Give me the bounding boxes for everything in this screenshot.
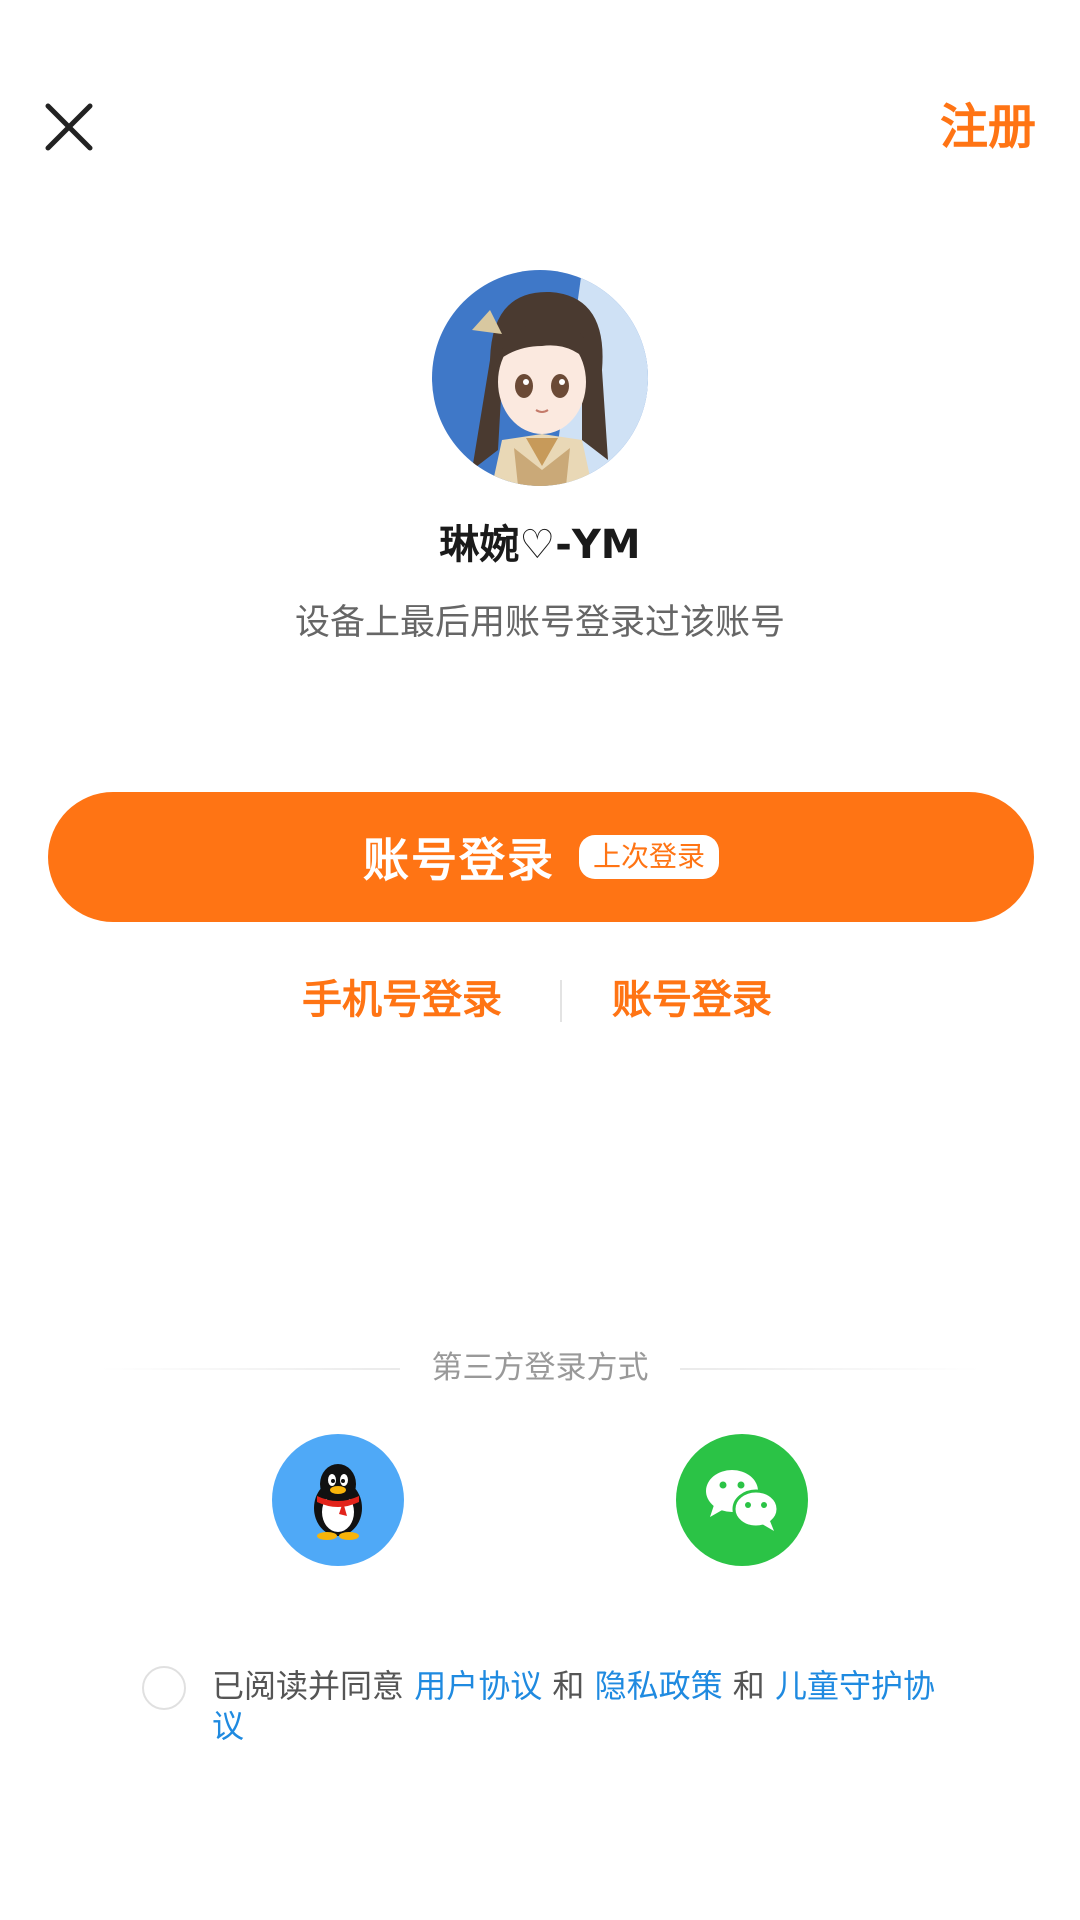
account-login-label: 账号登录	[362, 833, 555, 887]
qq-login-button[interactable]	[272, 1434, 404, 1566]
privacy-policy-link[interactable]: 隐私政策	[595, 1667, 723, 1705]
close-button[interactable]	[38, 96, 100, 158]
account-login-button[interactable]: 账号登录 上次登录	[48, 792, 1034, 922]
account-login-link[interactable]: 账号登录	[612, 970, 772, 1030]
third-party-label: 第三方登录方式	[431, 1350, 649, 1386]
login-page: 注册 琳婉♡-YM 设备上最后用账号登录过该账号 账号登录 上次登录 手机号登录…	[0, 0, 1080, 1920]
agreement-and-1: 和	[552, 1667, 585, 1705]
last-login-hint: 设备上最后用账号登录过该账号	[294, 603, 785, 643]
third-party-header: 第三方登录方式	[0, 1346, 1080, 1390]
anime-girl-avatar-icon	[432, 270, 648, 486]
qq-penguin-icon	[314, 1464, 362, 1540]
divider	[560, 980, 562, 1022]
agree-checkbox[interactable]	[142, 1666, 186, 1710]
agreement-and-2: 和	[732, 1667, 765, 1705]
agreement-text: 已阅读并同意 用户协议 和 隐私政策 和 儿童守护协议	[212, 1666, 942, 1746]
user-agreement-link[interactable]: 用户协议	[414, 1667, 542, 1705]
close-icon	[45, 103, 93, 151]
wechat-login-button[interactable]	[676, 1434, 808, 1566]
last-login-badge: 上次登录	[578, 835, 719, 879]
username: 琳婉♡-YM	[439, 522, 641, 568]
phone-login-link[interactable]: 手机号登录	[302, 970, 502, 1030]
wechat-icon	[706, 1470, 780, 1531]
alternative-login-row: 手机号登录 账号登录	[0, 970, 1080, 1030]
register-link[interactable]: 注册	[940, 96, 1036, 158]
agreement-prefix: 已阅读并同意	[212, 1667, 405, 1705]
avatar	[432, 270, 648, 486]
